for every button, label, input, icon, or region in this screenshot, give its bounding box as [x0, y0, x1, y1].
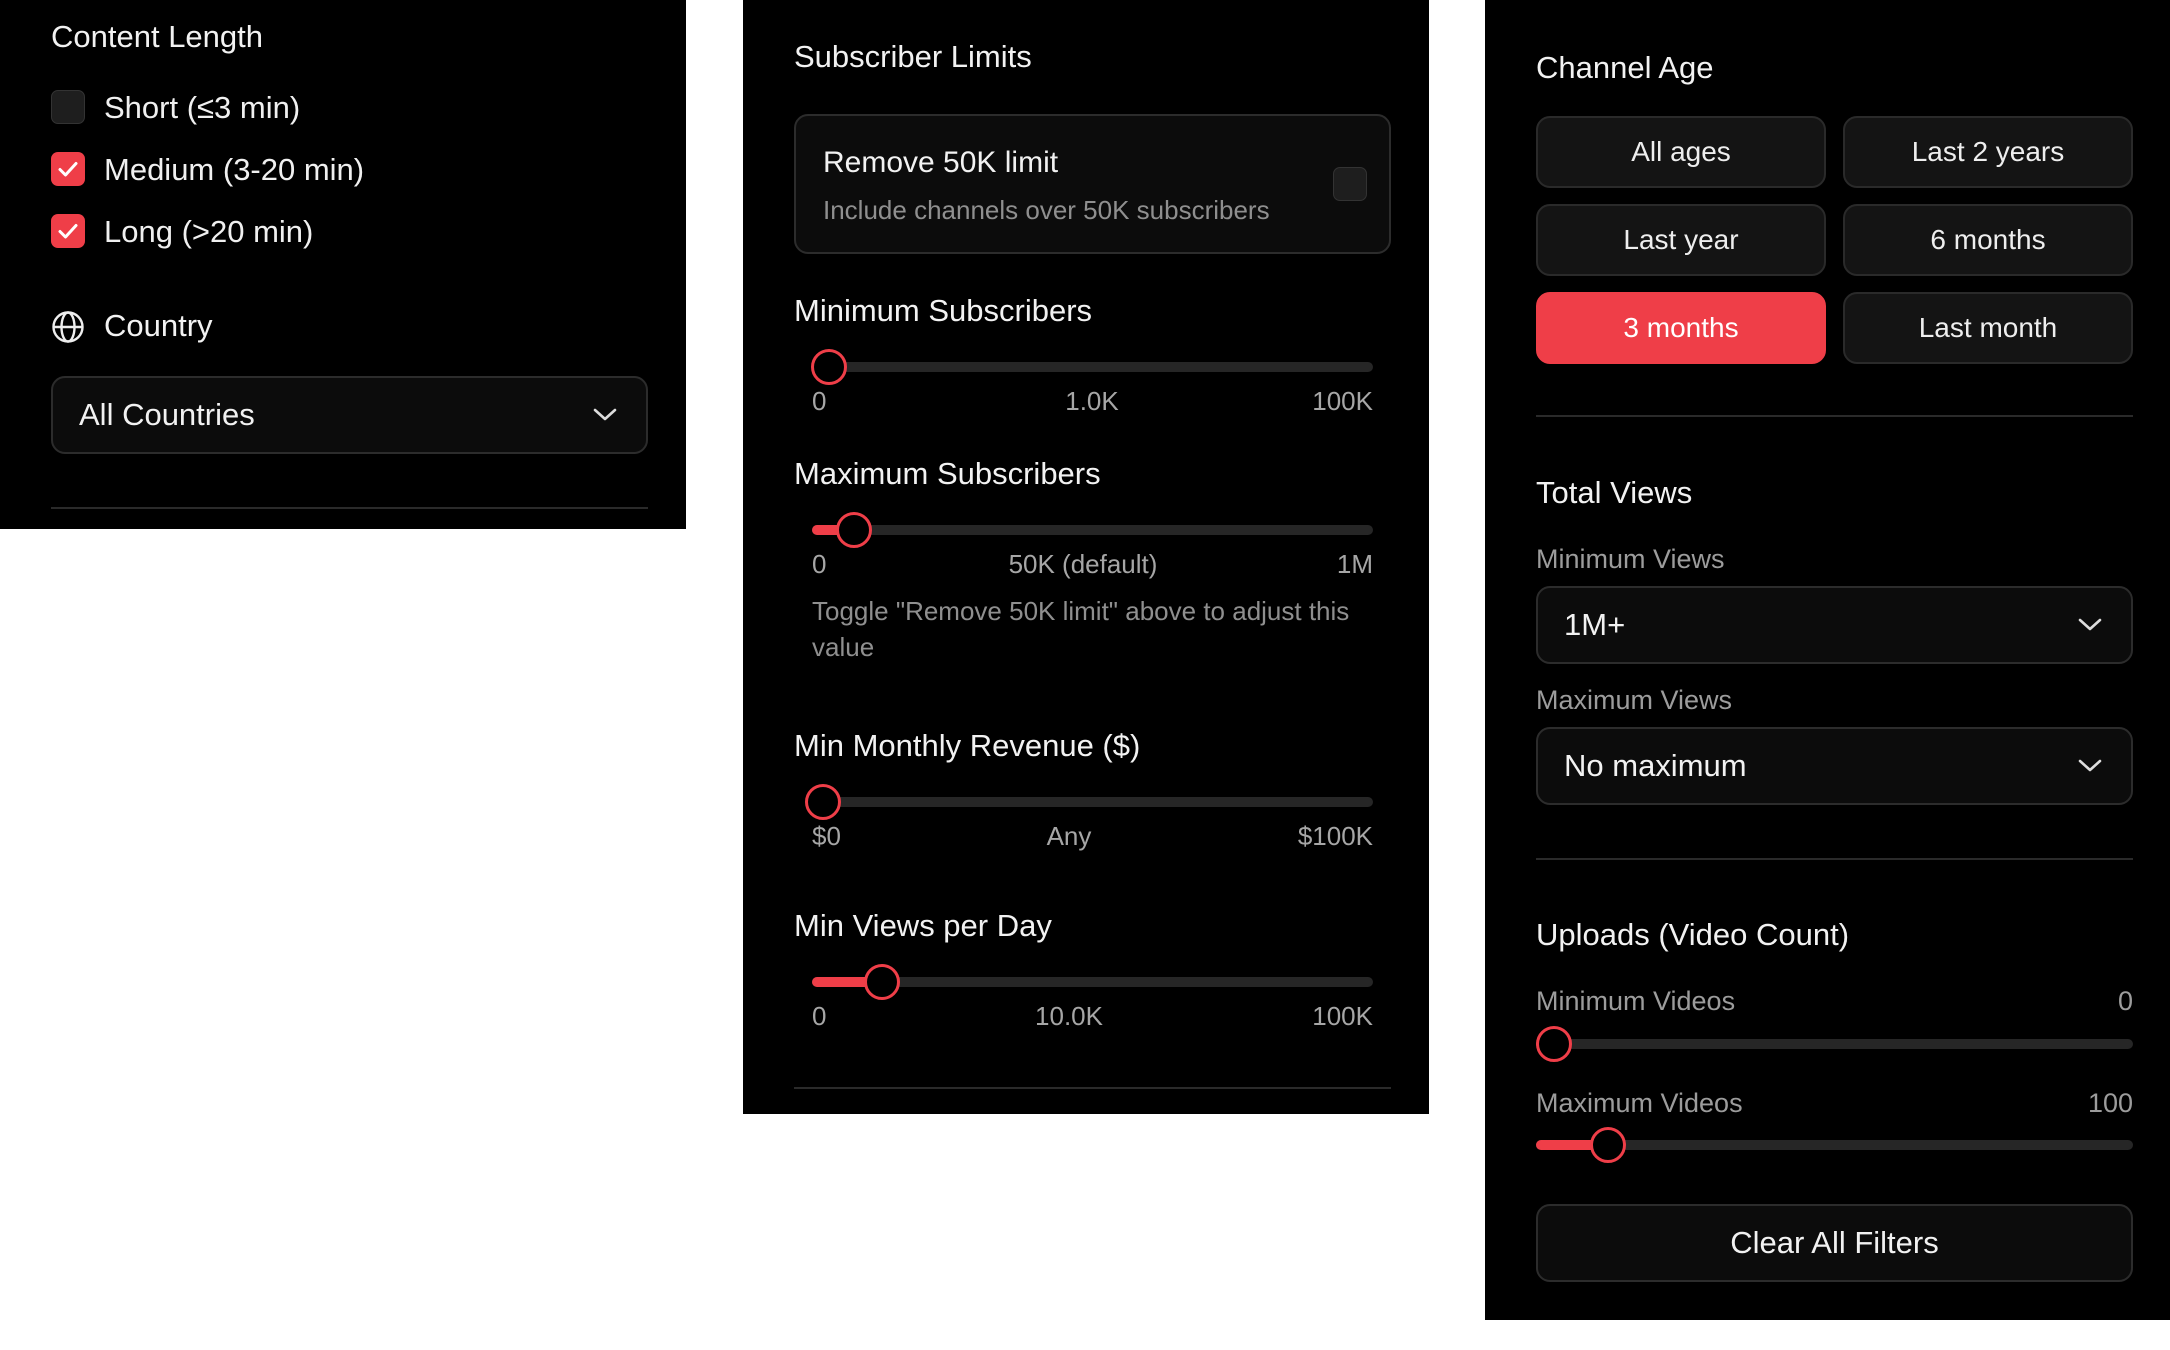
tick-label: 100K [1312, 1001, 1373, 1031]
checkbox-short[interactable] [51, 90, 85, 124]
country-select[interactable]: All Countries [51, 376, 648, 454]
uploads-title: Uploads (Video Count) [1536, 917, 1850, 952]
remove-limit-card[interactable]: Remove 50K limit Include channels over 5… [794, 114, 1391, 254]
slider-thumb[interactable] [1589, 1127, 1626, 1163]
min-views-label: Minimum Views [1536, 544, 1725, 574]
remove-limit-checkbox[interactable] [1333, 167, 1367, 201]
total-views-title: Total Views [1536, 475, 1693, 510]
option-medium-label: Medium (3-20 min) [104, 152, 365, 187]
tick-label: 1.0K [1065, 386, 1119, 416]
option-medium[interactable]: Medium (3-20 min) [51, 152, 551, 192]
max-videos-value: 100 [2087, 1088, 2133, 1118]
option-short-label: Short (≤3 min) [104, 90, 301, 125]
age-option-6-months[interactable]: 6 months [1843, 204, 2133, 276]
tick-label: 0 [812, 549, 827, 579]
tick-label: 0 [812, 1001, 827, 1031]
min-videos-label: Minimum Videos [1536, 986, 1736, 1016]
min-views-value: 1M+ [1564, 607, 1626, 642]
age-option-3-months[interactable]: 3 months [1536, 292, 1826, 364]
chevron-down-icon [2078, 759, 2102, 772]
tick-label: 100K [1312, 386, 1373, 416]
subscriber-panel: Subscriber Limits Remove 50K limit Inclu… [743, 0, 1429, 1114]
tick-label: 50K (default) [1008, 549, 1158, 579]
divider [794, 1087, 1391, 1089]
slider-thumb[interactable] [805, 784, 842, 820]
divider [1536, 858, 2133, 860]
check-icon [58, 162, 78, 177]
max-views-value: No maximum [1564, 748, 1747, 783]
min-videos-slider[interactable] [1535, 1026, 2133, 1062]
check-icon [58, 224, 78, 239]
min-revenue-title: Min Monthly Revenue ($) [794, 728, 1141, 763]
option-long[interactable]: Long (>20 min) [51, 214, 551, 254]
chevron-down-icon [593, 408, 617, 421]
chevron-down-icon [2078, 618, 2102, 631]
tick-label: $0 [812, 821, 841, 851]
globe-icon [52, 311, 84, 343]
age-option-all-ages[interactable]: All ages [1536, 116, 1826, 188]
clear-all-filters-button[interactable]: Clear All Filters [1536, 1204, 2133, 1282]
max-videos-label: Maximum Videos [1536, 1088, 1743, 1118]
min-views-per-day-title: Min Views per Day [794, 908, 1052, 943]
content-length-panel: Content Length Short (≤3 min) Medium (3-… [0, 0, 686, 529]
age-option-last-2-years[interactable]: Last 2 years [1843, 116, 2133, 188]
tick-label: 10.0K [1035, 1001, 1103, 1031]
checkbox-medium[interactable] [51, 152, 85, 186]
tick-label: $100K [1297, 821, 1373, 851]
checkbox-long[interactable] [51, 214, 85, 248]
max-subscribers-title: Maximum Subscribers [794, 456, 1101, 491]
option-short[interactable]: Short (≤3 min) [51, 90, 551, 130]
country-title: Country [104, 308, 213, 343]
remove-limit-description: Include channels over 50K subscribers [823, 195, 1270, 225]
option-long-label: Long (>20 min) [104, 214, 314, 249]
age-option-last-year[interactable]: Last year [1536, 204, 1826, 276]
min-views-select[interactable]: 1M+ [1536, 586, 2133, 664]
channel-panel: Channel Age All ages Last 2 years Last y… [1485, 0, 2170, 1320]
subscriber-limits-title: Subscriber Limits [794, 39, 1032, 74]
max-subscribers-slider[interactable] [812, 512, 1373, 548]
slider-thumb[interactable] [1535, 1026, 1572, 1062]
tick-label: Any [1046, 821, 1092, 851]
slider-thumb[interactable] [864, 964, 901, 1000]
tick-label: 0 [812, 386, 827, 416]
slider-thumb[interactable] [836, 512, 873, 548]
remove-limit-title: Remove 50K limit [823, 146, 1059, 179]
min-subscribers-title: Minimum Subscribers [794, 293, 1093, 328]
divider [1536, 415, 2133, 417]
min-views-per-day-slider[interactable] [812, 964, 1373, 1000]
min-revenue-slider[interactable] [805, 784, 1373, 820]
country-select-value: All Countries [79, 397, 255, 432]
content-length-title: Content Length [51, 19, 264, 54]
max-views-label: Maximum Views [1536, 685, 1733, 715]
tick-label: 1M [1336, 549, 1373, 579]
slider-thumb[interactable] [810, 349, 847, 385]
min-subscribers-slider[interactable] [810, 349, 1373, 385]
age-option-last-month[interactable]: Last month [1843, 292, 2133, 364]
min-videos-value: 0 [2117, 986, 2133, 1016]
max-views-select[interactable]: No maximum [1536, 727, 2133, 805]
channel-age-title: Channel Age [1536, 50, 1714, 85]
divider [51, 507, 648, 509]
max-subscribers-note: Toggle "Remove 50K limit" above to adjus… [812, 596, 1350, 662]
max-videos-slider[interactable] [1536, 1127, 2133, 1163]
